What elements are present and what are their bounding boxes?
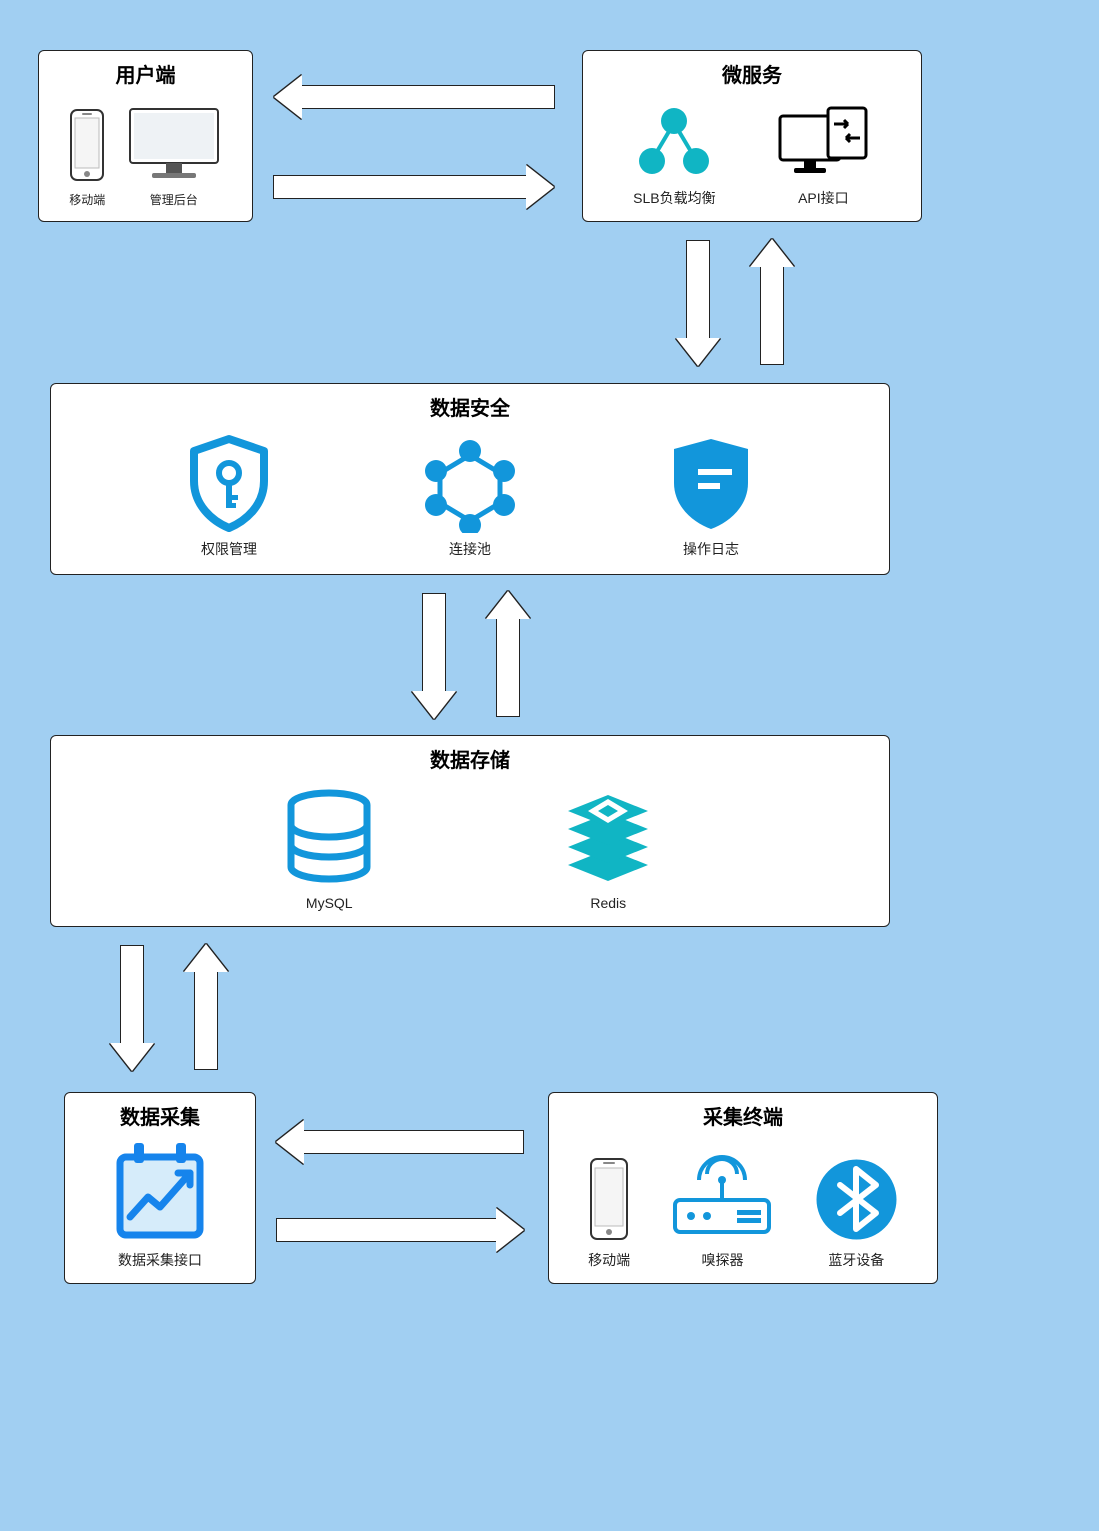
item-ms-slb-label: SLB负载均衡	[633, 188, 715, 208]
item-collect-api-label: 数据采集接口	[110, 1250, 210, 1270]
item-ms-slb: SLB负载均衡	[633, 102, 715, 208]
arrow-ms-to-client	[300, 85, 555, 109]
item-term-sniffer-label: 嗅探器	[667, 1250, 777, 1270]
box-microservice-title: 微服务	[583, 51, 921, 88]
item-ms-api: API接口	[776, 102, 871, 208]
item-storage-mysql: MySQL	[282, 789, 377, 911]
item-ms-api-label: API接口	[776, 188, 871, 208]
item-sec-pool: 连接池	[420, 433, 520, 559]
data-collect-icon	[110, 1139, 210, 1244]
item-client-admin-label: 管理后台	[124, 191, 224, 208]
item-term-mobile: 移动端	[587, 1154, 631, 1270]
arrow-storage-to-collect	[120, 945, 144, 1045]
connection-pool-icon	[420, 433, 520, 533]
arrow-collect-to-terminal	[276, 1218, 498, 1242]
redis-icon	[558, 789, 658, 889]
item-collect-api: 数据采集接口	[110, 1139, 210, 1270]
box-storage-title: 数据存储	[51, 736, 889, 773]
bluetooth-icon	[814, 1154, 899, 1244]
item-storage-redis-label: Redis	[558, 895, 658, 911]
box-terminal-title: 采集终端	[549, 1093, 937, 1130]
arrow-collect-to-storage	[194, 970, 218, 1070]
box-terminal: 采集终端 移动端	[548, 1092, 938, 1284]
box-security-title: 数据安全	[51, 384, 889, 421]
arrow-terminal-to-collect	[302, 1130, 524, 1154]
item-storage-mysql-label: MySQL	[282, 895, 377, 911]
item-term-bt-label: 蓝牙设备	[814, 1250, 899, 1270]
database-icon	[282, 789, 377, 889]
router-icon	[667, 1154, 777, 1244]
phone-icon	[67, 105, 107, 185]
shield-key-icon	[184, 433, 274, 533]
arrow-security-to-ms	[760, 265, 784, 365]
load-balancer-icon	[633, 102, 715, 182]
arrow-client-to-ms	[273, 175, 528, 199]
api-icon	[776, 102, 871, 182]
phone-icon	[587, 1154, 631, 1244]
arrow-ms-to-security	[686, 240, 710, 340]
item-sec-log: 操作日志	[666, 433, 756, 559]
box-microservice: 微服务 SLB负载均衡	[582, 50, 922, 222]
item-sec-log-label: 操作日志	[666, 539, 756, 559]
box-security: 数据安全 权限管理	[50, 383, 890, 575]
arrow-security-to-storage	[422, 593, 446, 693]
item-term-mobile-label: 移动端	[587, 1250, 631, 1270]
box-collect: 数据采集 数据采集接口	[64, 1092, 256, 1284]
item-storage-redis: Redis	[558, 789, 658, 911]
box-collect-title: 数据采集	[65, 1093, 255, 1130]
item-term-bt: 蓝牙设备	[814, 1154, 899, 1270]
box-storage: 数据存储 MySQL	[50, 735, 890, 927]
log-shield-icon	[666, 433, 756, 533]
item-client-mobile: 移动端	[67, 105, 107, 208]
item-client-mobile-label: 移动端	[67, 191, 107, 208]
item-term-sniffer: 嗅探器	[667, 1154, 777, 1270]
item-client-admin: 管理后台	[124, 105, 224, 208]
box-client: 用户端 移动端 管理后台	[38, 50, 253, 222]
item-sec-perm-label: 权限管理	[184, 539, 274, 559]
monitor-icon	[124, 105, 224, 185]
item-sec-pool-label: 连接池	[420, 539, 520, 559]
arrow-storage-to-security	[496, 617, 520, 717]
item-sec-perm: 权限管理	[184, 433, 274, 559]
box-client-title: 用户端	[39, 51, 252, 88]
